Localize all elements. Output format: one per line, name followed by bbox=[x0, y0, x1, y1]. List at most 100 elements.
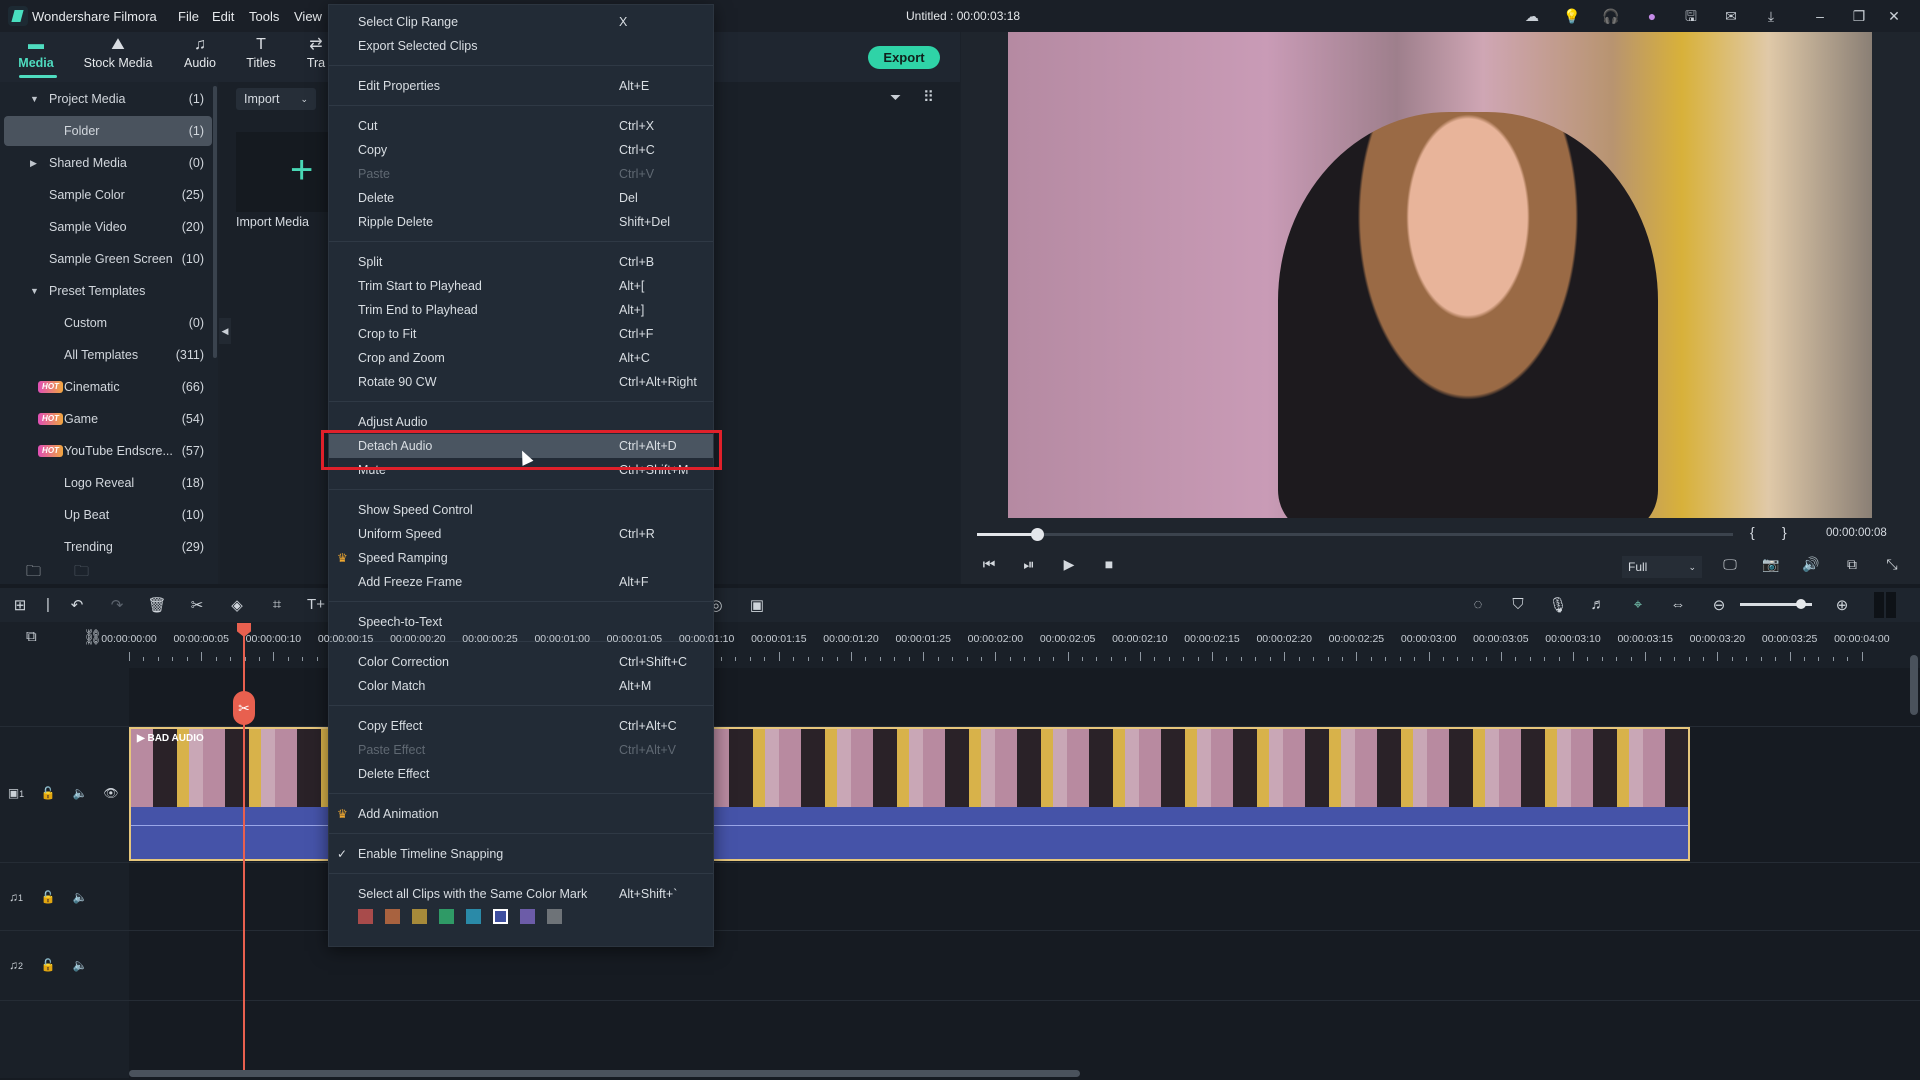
sidebar-item-cinematic[interactable]: HOT Cinematic (66) bbox=[4, 372, 212, 402]
previous-frame-icon[interactable]: ⏮ bbox=[977, 556, 1001, 573]
menu-item-uniform-speed[interactable]: Uniform Speed Ctrl+R bbox=[329, 522, 713, 546]
menu-item-copy-effect[interactable]: Copy Effect Ctrl+Alt+C bbox=[329, 714, 713, 738]
snap-icon[interactable]: ⌖ bbox=[1626, 596, 1650, 613]
import-dropdown[interactable]: Import ⌄ bbox=[236, 88, 316, 110]
mark-out-button[interactable]: } bbox=[1782, 524, 1787, 540]
sidebar-item-shared-media[interactable]: ▶ Shared Media (0) bbox=[4, 148, 212, 178]
restore-icon[interactable]: ❐ bbox=[1848, 6, 1870, 26]
lock-icon[interactable]: 🔓 bbox=[38, 958, 58, 972]
zoom-out-icon[interactable]: ⊖ bbox=[1707, 596, 1731, 614]
color-mark-swatch[interactable] bbox=[358, 909, 373, 924]
menu-item-color-correction[interactable]: Color Correction Ctrl+Shift+C bbox=[329, 650, 713, 674]
menu-item-crop-to-fit[interactable]: Crop to Fit Ctrl+F bbox=[329, 322, 713, 346]
fit-timeline-icon[interactable]: ⇔ bbox=[1666, 596, 1690, 613]
sidebar-item-sample-video[interactable]: Sample Video (20) bbox=[4, 212, 212, 242]
save-icon[interactable]: 🖫 bbox=[1680, 6, 1702, 26]
export-button[interactable]: Export bbox=[868, 46, 940, 69]
menu-item-edit-properties[interactable]: Edit Properties Alt+E bbox=[329, 74, 713, 98]
caret-down-icon[interactable]: ▼ bbox=[30, 276, 39, 306]
timeline-vertical-scrollbar[interactable] bbox=[1910, 655, 1918, 715]
sidebar-item-custom[interactable]: Custom (0) bbox=[4, 308, 212, 338]
render-icon[interactable]: ◌ bbox=[1466, 596, 1490, 613]
add-text-icon[interactable]: T+ bbox=[304, 596, 328, 613]
mute-icon[interactable]: 🔈 bbox=[70, 890, 90, 904]
microphone-icon[interactable]: 🎙 bbox=[1546, 596, 1570, 614]
fullscreen-icon[interactable]: ⤡ bbox=[1880, 556, 1904, 573]
play-reverse-icon[interactable]: ⏯ bbox=[1017, 556, 1041, 573]
menu-item-export-selected-clips[interactable]: Export Selected Clips bbox=[329, 34, 713, 58]
freeze-frame-icon[interactable]: ▣ bbox=[745, 596, 769, 614]
color-mark-swatch[interactable] bbox=[439, 909, 454, 924]
menu-item-delete-effect[interactable]: Delete Effect bbox=[329, 762, 713, 786]
sidebar-item-trending[interactable]: Trending (29) bbox=[4, 532, 212, 562]
timeline-horizontal-scrollbar[interactable] bbox=[129, 1070, 1080, 1077]
render-preview-icon[interactable]: ⧉ bbox=[1840, 556, 1864, 573]
menu-item-speech-to-text[interactable]: Speech-to-Text bbox=[329, 610, 713, 634]
sidebar-item-all-templates[interactable]: All Templates (311) bbox=[4, 340, 212, 370]
menu-item-speed-ramping[interactable]: ♛ Speed Ramping bbox=[329, 546, 713, 570]
tab-stock-media[interactable]: ⛰ Stock Media bbox=[78, 36, 158, 70]
preview-progress-track[interactable] bbox=[977, 533, 1733, 536]
download-icon[interactable]: ⤓ bbox=[1760, 6, 1782, 26]
tab-media[interactable]: ▬ Media bbox=[0, 36, 76, 70]
menu-item-show-speed-control[interactable]: Show Speed Control bbox=[329, 498, 713, 522]
minimize-icon[interactable]: – bbox=[1809, 6, 1831, 26]
eye-icon[interactable]: 👁 bbox=[101, 786, 121, 800]
import-media-tile[interactable] bbox=[236, 132, 336, 212]
lock-icon[interactable]: 🔓 bbox=[38, 786, 58, 800]
menu-file[interactable]: File bbox=[178, 9, 199, 24]
menu-item-split[interactable]: Split Ctrl+B bbox=[329, 250, 713, 274]
redo-icon[interactable]: ↷ bbox=[105, 596, 129, 614]
lock-icon[interactable]: 🔓 bbox=[38, 890, 58, 904]
sidebar-scrollbar[interactable] bbox=[213, 86, 217, 358]
snapshot-icon[interactable]: 📷 bbox=[1759, 556, 1783, 573]
sidebar-item-game[interactable]: HOT Game (54) bbox=[4, 404, 212, 434]
avatar-icon[interactable]: ● bbox=[1641, 6, 1663, 26]
sidebar-item-up-beat[interactable]: Up Beat (10) bbox=[4, 500, 212, 530]
collapse-sidebar-icon[interactable]: ◀ bbox=[219, 318, 231, 344]
delete-icon[interactable]: 🗑 bbox=[145, 596, 169, 614]
link-icon[interactable]: ⛓ bbox=[83, 628, 102, 646]
menu-item-enable-timeline-snapping[interactable]: ✓ Enable Timeline Snapping bbox=[329, 842, 713, 866]
crop-icon[interactable]: ⌗ bbox=[265, 596, 289, 613]
cut-icon[interactable]: ✂ bbox=[185, 596, 209, 614]
color-mark-swatch[interactable] bbox=[547, 909, 562, 924]
color-mark-swatch[interactable] bbox=[520, 909, 535, 924]
panel-layout-toggle-2[interactable] bbox=[1886, 592, 1896, 618]
menu-item-rotate-90-cw[interactable]: Rotate 90 CW Ctrl+Alt+Right bbox=[329, 370, 713, 394]
menu-view[interactable]: View bbox=[294, 9, 322, 24]
color-mark-swatch[interactable] bbox=[385, 909, 400, 924]
sidebar-item-project-media[interactable]: ▼ Project Media (1) bbox=[4, 84, 212, 114]
menu-item-delete[interactable]: Delete Del bbox=[329, 186, 713, 210]
caret-right-icon[interactable]: ▶ bbox=[30, 148, 37, 178]
menu-item-cut[interactable]: Cut Ctrl+X bbox=[329, 114, 713, 138]
add-track-icon[interactable]: ⧉ bbox=[26, 628, 37, 645]
menu-item-select-all-clips-with-the-same-color-mark[interactable]: Select all Clips with the Same Color Mar… bbox=[329, 882, 713, 906]
sidebar-item-youtube-endscre-[interactable]: HOT YouTube Endscre... (57) bbox=[4, 436, 212, 466]
color-mark-swatch[interactable] bbox=[412, 909, 427, 924]
close-icon[interactable]: ✕ bbox=[1883, 6, 1905, 26]
mail-icon[interactable]: ✉ bbox=[1720, 6, 1742, 26]
play-icon[interactable]: ▶ bbox=[1057, 556, 1081, 573]
stop-icon[interactable]: ■ bbox=[1097, 556, 1121, 572]
menu-item-crop-and-zoom[interactable]: Crop and Zoom Alt+C bbox=[329, 346, 713, 370]
mute-icon[interactable]: 🔈 bbox=[70, 958, 90, 972]
undo-icon[interactable]: ↶ bbox=[65, 596, 89, 614]
delete-folder-icon[interactable]: 🗀 bbox=[74, 561, 89, 586]
sidebar-item-preset-templates[interactable]: ▼ Preset Templates bbox=[4, 276, 212, 306]
mark-in-button[interactable]: { bbox=[1750, 524, 1755, 540]
audio-list-icon[interactable]: ♬ bbox=[1586, 596, 1610, 613]
volume-icon[interactable]: 🔊 bbox=[1799, 556, 1823, 573]
sidebar-item-sample-color[interactable]: Sample Color (25) bbox=[4, 180, 212, 210]
sidebar-item-logo-reveal[interactable]: Logo Reveal (18) bbox=[4, 468, 212, 498]
cloud-icon[interactable]: ☁ bbox=[1521, 6, 1543, 26]
mute-icon[interactable]: 🔈 bbox=[70, 786, 90, 800]
menu-item-add-animation[interactable]: ♛ Add Animation bbox=[329, 802, 713, 826]
new-folder-icon[interactable]: 🗀 bbox=[26, 561, 41, 586]
menu-edit[interactable]: Edit bbox=[212, 9, 234, 24]
marker-icon[interactable]: ⛉ bbox=[1506, 596, 1530, 613]
color-mark-swatch[interactable] bbox=[493, 909, 508, 924]
display-settings-icon[interactable]: 🖵 bbox=[1718, 556, 1742, 573]
tag-icon[interactable]: ◈ bbox=[225, 596, 249, 614]
layout-icon[interactable]: ⊞ bbox=[8, 596, 32, 614]
